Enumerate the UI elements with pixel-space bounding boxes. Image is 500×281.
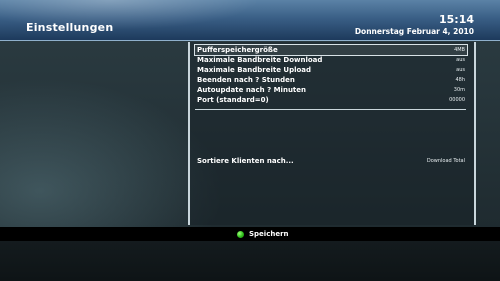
setting-label: Beenden nach ? Stunden	[197, 76, 295, 84]
setting-autoupdate-minutes[interactable]: Autoupdate nach ? Minuten 30m	[195, 85, 467, 95]
header-bar: Einstellungen 15:14 Donnerstag Februar 4…	[0, 0, 500, 41]
setting-value: 48h	[455, 77, 465, 83]
bottom-area	[0, 241, 500, 281]
setting-value: 00000	[449, 97, 465, 103]
setting-value: aus	[456, 67, 465, 73]
setting-value: 4MB	[454, 47, 465, 53]
setting-port[interactable]: Port (standard=0) 00000	[195, 95, 467, 105]
page-title: Einstellungen	[26, 21, 114, 34]
settings-divider	[195, 109, 466, 110]
setting-label: Maximale Bandbreite Download	[197, 56, 323, 64]
setting-buffer-size[interactable]: Pufferspeichergröße 4MB	[194, 44, 468, 56]
setting-value: aus	[456, 57, 465, 63]
setting-label: Maximale Bandbreite Upload	[197, 66, 312, 74]
clock-time: 15:14	[438, 13, 474, 26]
setting-quit-after-hours[interactable]: Beenden nach ? Stunden 48h	[195, 75, 467, 85]
setting-value: Download Total	[426, 158, 465, 164]
save-button[interactable]: Speichern	[237, 229, 289, 239]
setting-value: 30m	[453, 87, 465, 93]
setting-label: Autoupdate nach ? Minuten	[197, 86, 306, 94]
setting-label: Pufferspeichergröße	[197, 46, 278, 54]
setting-sort-clients[interactable]: Sortiere Klienten nach... Download Total	[195, 156, 467, 166]
setting-label: Port (standard=0)	[197, 96, 269, 104]
settings-list: Pufferspeichergröße 4MB Maximale Bandbre…	[194, 44, 468, 105]
save-button-label: Speichern	[249, 230, 289, 238]
settings-panel: Pufferspeichergröße 4MB Maximale Bandbre…	[188, 42, 476, 225]
setting-max-download[interactable]: Maximale Bandbreite Download aus	[195, 55, 467, 65]
setting-label: Sortiere Klienten nach...	[197, 157, 294, 165]
setting-max-upload[interactable]: Maximale Bandbreite Upload aus	[195, 65, 467, 75]
footer-bar: Speichern	[0, 227, 500, 241]
clock-date: Donnerstag Februar 4, 2010	[354, 27, 474, 36]
green-button-icon	[237, 230, 244, 238]
